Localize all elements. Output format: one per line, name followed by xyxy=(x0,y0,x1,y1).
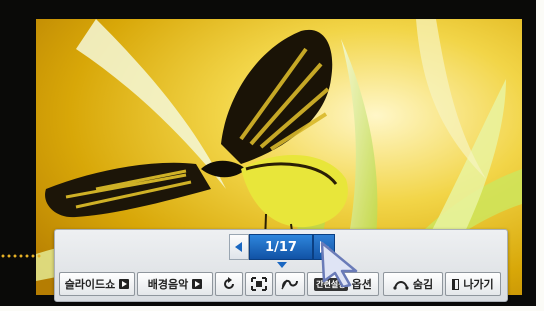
pointer-cursor-icon xyxy=(320,241,358,287)
chevron-left-icon xyxy=(235,242,242,252)
page-caret xyxy=(277,262,287,268)
page-frame: 1/17 슬라이드쇼 배경음악 간편설정 옵션 숨김 나가기 xyxy=(0,0,544,311)
slideshow-label: 슬라이드쇼 xyxy=(64,278,116,291)
play-icon xyxy=(119,279,130,289)
exit-label: 나가기 xyxy=(463,278,494,291)
play-icon xyxy=(192,279,203,289)
link-button[interactable] xyxy=(275,272,305,296)
bgm-button[interactable]: 배경음악 xyxy=(137,272,213,296)
photo-viewer: 1/17 슬라이드쇼 배경음악 간편설정 옵션 숨김 나가기 xyxy=(0,0,536,306)
toolbar: 슬라이드쇼 배경음악 간편설정 옵션 숨김 나가기 xyxy=(59,272,503,296)
prev-button[interactable] xyxy=(229,234,249,260)
rotate-icon xyxy=(224,277,234,289)
hide-icon xyxy=(393,281,409,290)
slideshow-button[interactable]: 슬라이드쇼 xyxy=(59,272,135,296)
exit-button[interactable]: 나가기 xyxy=(445,272,501,296)
hide-button[interactable]: 숨김 xyxy=(383,272,443,296)
dotted-connector xyxy=(0,254,42,258)
fit-screen-icon xyxy=(251,277,267,291)
control-panel: 1/17 슬라이드쇼 배경음악 간편설정 옵션 숨김 나가기 xyxy=(54,229,508,302)
page-indicator: 1/17 xyxy=(249,234,313,260)
fit-screen-button[interactable] xyxy=(245,272,273,296)
link-icon xyxy=(281,279,298,290)
rotate-button[interactable] xyxy=(215,272,243,296)
bgm-label: 배경음악 xyxy=(147,278,189,291)
exit-icon xyxy=(452,278,460,290)
hide-label: 숨김 xyxy=(412,278,434,291)
